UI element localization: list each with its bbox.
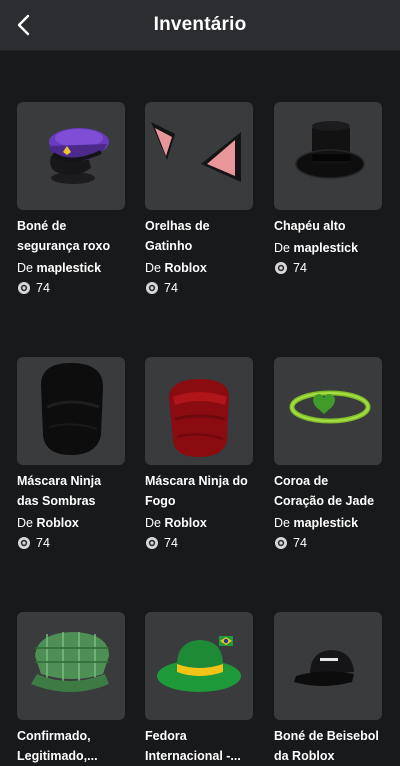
kitty-ears-icon	[151, 122, 241, 182]
item-thumbnail[interactable]	[17, 612, 125, 720]
item-card[interactable]: Máscara Ninja do Fogo De Roblox 74	[145, 357, 253, 550]
roblox-baseball-cap-icon	[294, 650, 354, 686]
item-creator: De maplestick	[274, 240, 382, 256]
item-name[interactable]: Orelhas de Gatinho	[145, 216, 265, 256]
creator-prefix: De	[145, 261, 161, 275]
item-thumbnail[interactable]	[17, 357, 125, 465]
creator-name[interactable]: Roblox	[36, 516, 78, 530]
item-creator: De Roblox	[145, 260, 253, 276]
robux-icon	[146, 537, 158, 549]
robux-icon	[275, 262, 287, 274]
creator-name[interactable]: Roblox	[164, 261, 206, 275]
robux-icon	[275, 537, 287, 549]
item-thumbnail[interactable]	[274, 612, 382, 720]
item-card[interactable]: Orelhas de Gatinho De Roblox 74	[145, 102, 253, 295]
purple-security-cap-icon	[49, 128, 109, 184]
brazil-fedora-icon	[157, 636, 241, 692]
price-value: 74	[36, 281, 50, 295]
item-thumbnail[interactable]	[17, 102, 125, 210]
item-thumbnail[interactable]	[145, 612, 253, 720]
fire-ninja-mask-icon	[169, 379, 229, 457]
price-value: 74	[36, 536, 50, 550]
creator-name[interactable]: maplestick	[293, 516, 358, 530]
page-title: Inventário	[153, 14, 247, 35]
item-card[interactable]: Fedora Internacional -...	[145, 612, 253, 766]
item-creator: De Roblox	[145, 515, 253, 531]
item-card[interactable]: Coroa de Coração de Jade De maplestick 7…	[274, 357, 382, 550]
item-creator: De maplestick	[274, 515, 382, 531]
creator-name[interactable]: maplestick	[293, 241, 358, 255]
creator-name[interactable]: Roblox	[164, 516, 206, 530]
item-card[interactable]: Chapéu alto De maplestick 74	[274, 102, 382, 275]
item-card[interactable]: Boné de segurança roxo De maplestick 74	[17, 102, 125, 295]
creator-prefix: De	[17, 516, 33, 530]
item-price: 74	[17, 281, 125, 295]
price-value: 74	[164, 536, 178, 550]
item-price: 74	[274, 536, 382, 550]
item-price: 74	[274, 261, 382, 275]
jade-heart-crown-icon	[289, 390, 371, 424]
item-name[interactable]: Chapéu alto	[274, 216, 394, 236]
price-value: 74	[293, 536, 307, 550]
item-price: 74	[145, 536, 253, 550]
top-hat-icon	[295, 121, 365, 179]
creator-prefix: De	[274, 241, 290, 255]
item-thumbnail[interactable]	[274, 357, 382, 465]
top-bar: Inventário	[0, 0, 400, 51]
item-card[interactable]: Máscara Ninja das Sombras De Roblox 74	[17, 357, 125, 550]
shadow-ninja-mask-icon	[41, 363, 103, 455]
back-button[interactable]	[8, 8, 40, 42]
item-price: 74	[145, 281, 253, 295]
green-plaid-cap-icon	[31, 632, 109, 692]
robux-icon	[146, 282, 158, 294]
item-name[interactable]: Boné de Beisebol da Roblox	[274, 726, 394, 766]
creator-name[interactable]: maplestick	[36, 261, 101, 275]
item-card[interactable]: Boné de Beisebol da Roblox	[274, 612, 382, 766]
creator-prefix: De	[145, 516, 161, 530]
price-value: 74	[164, 281, 178, 295]
price-value: 74	[293, 261, 307, 275]
item-thumbnail[interactable]	[145, 102, 253, 210]
item-name[interactable]: Máscara Ninja das Sombras	[17, 471, 137, 511]
item-thumbnail[interactable]	[274, 102, 382, 210]
item-name[interactable]: Máscara Ninja do Fogo	[145, 471, 265, 511]
item-thumbnail[interactable]	[145, 357, 253, 465]
robux-icon	[18, 282, 30, 294]
item-card[interactable]: Confirmado, Legitimado,...	[17, 612, 125, 766]
item-name[interactable]: Boné de segurança roxo	[17, 216, 137, 256]
creator-prefix: De	[274, 516, 290, 530]
item-creator: De maplestick	[17, 260, 125, 276]
item-name[interactable]: Coroa de Coração de Jade	[274, 471, 394, 511]
item-name[interactable]: Fedora Internacional -...	[145, 726, 265, 766]
item-name[interactable]: Confirmado, Legitimado,...	[17, 726, 137, 766]
chevron-left-icon	[17, 14, 30, 36]
robux-icon	[18, 537, 30, 549]
item-price: 74	[17, 536, 125, 550]
item-creator: De Roblox	[17, 515, 125, 531]
creator-prefix: De	[17, 261, 33, 275]
